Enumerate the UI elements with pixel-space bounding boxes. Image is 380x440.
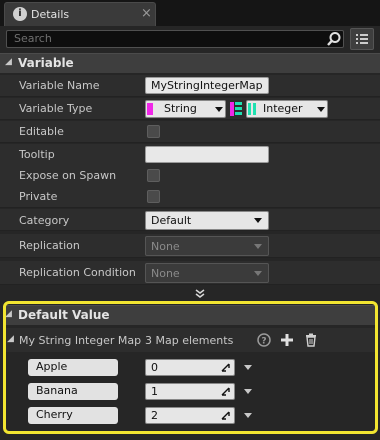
- chevron-down-icon: [254, 244, 262, 249]
- advanced-expander[interactable]: [0, 288, 380, 300]
- variable-section-header[interactable]: ◢ Variable: [0, 53, 380, 73]
- value-type-dropdown[interactable]: Integer: [246, 100, 328, 118]
- details-tab[interactable]: i Details ×: [4, 2, 156, 26]
- category-dropdown[interactable]: Default: [145, 211, 269, 230]
- collapse-triangle-icon[interactable]: ◢: [5, 57, 12, 67]
- info-icon: i: [13, 7, 27, 21]
- row-label: Editable: [19, 125, 64, 138]
- list-icon: [356, 34, 368, 44]
- value-type-label: Integer: [263, 102, 303, 115]
- row-variable-name: Variable Name MyStringIntegerMap: [0, 75, 380, 97]
- string-pin-icon: [147, 103, 153, 115]
- row-replication: Replication None: [0, 234, 380, 258]
- highlight-frame: [3, 301, 378, 434]
- close-icon[interactable]: ×: [141, 6, 152, 21]
- row-label: Tooltip: [19, 148, 55, 161]
- search-placeholder: Search: [14, 32, 52, 45]
- row-label: Expose on Spawn: [19, 169, 117, 182]
- expand-arrow-icon: [195, 289, 205, 298]
- search-input[interactable]: [6, 30, 344, 48]
- expose-on-spawn-checkbox[interactable]: [147, 169, 160, 182]
- replication-condition-value: None: [151, 267, 180, 280]
- chevron-down-icon: [254, 218, 262, 223]
- private-checkbox[interactable]: [147, 190, 160, 203]
- key-type-label: String: [164, 102, 197, 115]
- row-expose-on-spawn: Expose on Spawn: [0, 165, 380, 187]
- row-editable: Editable: [0, 121, 380, 143]
- replication-dropdown[interactable]: None: [145, 236, 269, 256]
- chevron-down-icon: [317, 107, 325, 112]
- row-label: Category: [19, 214, 70, 227]
- row-label: Variable Type: [19, 102, 93, 115]
- category-value: Default: [151, 214, 192, 227]
- tab-title: Details: [31, 8, 70, 21]
- key-type-dropdown[interactable]: String: [145, 100, 226, 118]
- view-options-button[interactable]: [350, 28, 374, 50]
- chevron-down-icon: [254, 271, 262, 276]
- section-title: Variable: [18, 56, 74, 70]
- row-label: Replication Condition: [19, 266, 136, 279]
- row-label: Replication: [19, 239, 80, 252]
- row-label: Private: [19, 190, 58, 203]
- editable-checkbox[interactable]: [147, 125, 160, 138]
- row-variable-type: Variable Type String Integer: [0, 98, 380, 120]
- row-replication-condition: Replication Condition None: [0, 261, 380, 285]
- chevron-down-icon: [215, 107, 223, 112]
- row-tooltip: Tooltip: [0, 144, 380, 166]
- tooltip-field[interactable]: [145, 146, 269, 163]
- map-container-icon[interactable]: [230, 102, 242, 116]
- variable-name-field[interactable]: MyStringIntegerMap: [145, 77, 269, 94]
- replication-condition-dropdown[interactable]: None: [145, 263, 269, 283]
- row-category: Category Default: [0, 209, 380, 231]
- replication-value: None: [151, 240, 180, 253]
- search-icon[interactable]: [326, 31, 342, 47]
- integer-pin-icon: [248, 103, 256, 115]
- row-label: Variable Name: [19, 79, 100, 92]
- row-private: Private: [0, 186, 380, 208]
